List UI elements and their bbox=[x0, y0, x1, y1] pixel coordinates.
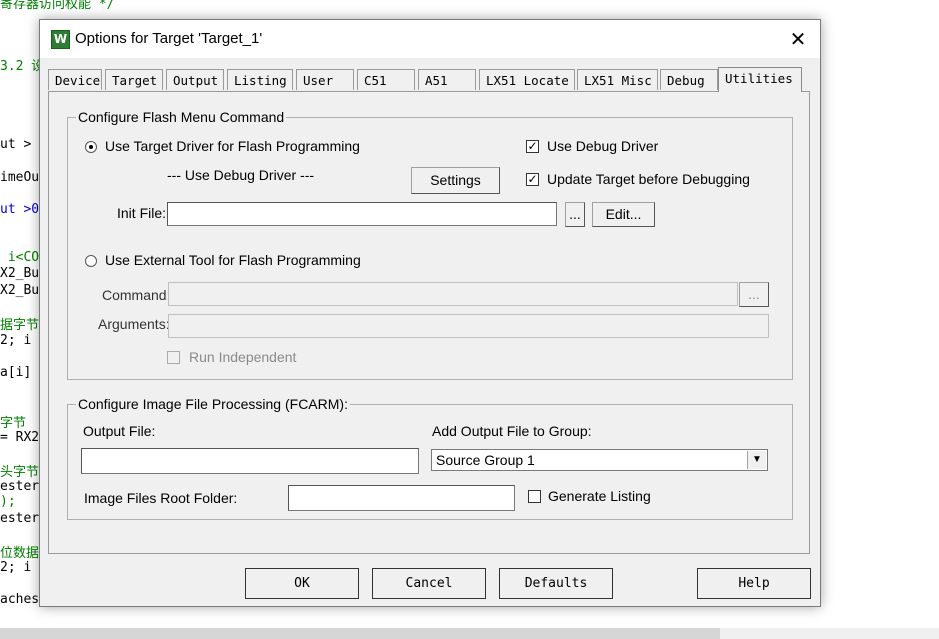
help-button[interactable]: Help bbox=[697, 568, 811, 599]
add-output-label: Add Output File to Group: bbox=[432, 423, 592, 439]
init-file-input[interactable] bbox=[167, 202, 557, 226]
edit-button[interactable]: Edit... bbox=[592, 202, 655, 227]
options-dialog: W Options for Target 'Target_1' ✕ Device… bbox=[39, 19, 821, 607]
command-input[interactable] bbox=[168, 282, 738, 306]
use-debug-driver-checkbox[interactable]: ✓ bbox=[526, 140, 539, 153]
code-line: imeOu bbox=[0, 170, 40, 185]
defaults-button[interactable]: Defaults bbox=[499, 568, 613, 599]
ok-button[interactable]: OK bbox=[245, 568, 359, 599]
code-line: 头字节 bbox=[0, 465, 40, 480]
root-folder-input[interactable] bbox=[288, 485, 515, 511]
update-target-label: Update Target before Debugging bbox=[547, 171, 750, 187]
code-line: 字节 bbox=[0, 416, 27, 431]
keil-app-icon: W bbox=[51, 30, 70, 49]
run-independent-checkbox[interactable] bbox=[167, 351, 180, 364]
code-line: i<CO bbox=[0, 250, 40, 265]
tab-device[interactable]: Device bbox=[48, 69, 102, 90]
output-file-input[interactable] bbox=[81, 448, 419, 474]
tab-debug[interactable]: Debug bbox=[660, 69, 718, 90]
use-debug-driver-label: Use Debug Driver bbox=[547, 138, 659, 154]
dialog-title: Options for Target 'Target_1' bbox=[75, 30, 263, 47]
use-target-driver-label: Use Target Driver for Flash Programming bbox=[105, 138, 360, 154]
code-line: ut > bbox=[0, 137, 32, 152]
tab-c51[interactable]: C51 bbox=[357, 69, 415, 90]
cancel-button[interactable]: Cancel bbox=[372, 568, 486, 599]
tab-lx51-misc[interactable]: LX51 Misc bbox=[577, 69, 658, 90]
root-folder-label: Image Files Root Folder: bbox=[84, 490, 238, 506]
tab-a51[interactable]: A51 bbox=[418, 69, 476, 90]
run-independent-label: Run Independent bbox=[189, 349, 297, 365]
image-file-group: Configure Image File Processing (FCARM):… bbox=[67, 396, 793, 520]
code-line: 2; i bbox=[0, 560, 32, 575]
utilities-panel: Configure Flash Menu Command Use Target … bbox=[48, 91, 810, 554]
code-line: a[i] bbox=[0, 365, 40, 380]
flash-group-label: Configure Flash Menu Command bbox=[76, 109, 287, 125]
command-label: Command: bbox=[102, 287, 171, 303]
scrollbar-track bbox=[720, 628, 939, 639]
code-line: X2_Bu bbox=[0, 283, 40, 298]
code-line: ester bbox=[0, 511, 40, 526]
generate-listing-checkbox[interactable] bbox=[528, 490, 541, 503]
code-line: ); bbox=[0, 494, 16, 509]
settings-button[interactable]: Settings bbox=[411, 167, 500, 194]
code-line: ut >0 bbox=[0, 202, 40, 217]
code-line: 2; i bbox=[0, 333, 32, 348]
code-line: 3.2 设 bbox=[0, 59, 45, 74]
horizontal-scrollbar[interactable] bbox=[0, 628, 720, 639]
use-target-driver-radio[interactable] bbox=[85, 141, 97, 153]
code-line: 据字节 bbox=[0, 318, 40, 333]
output-file-label: Output File: bbox=[83, 423, 156, 439]
generate-listing-label: Generate Listing bbox=[548, 488, 651, 504]
tab-utilities[interactable]: Utilities bbox=[718, 67, 802, 92]
code-line: X2_Bu bbox=[0, 266, 40, 281]
tab-user[interactable]: User bbox=[296, 69, 354, 90]
init-file-browse-button[interactable]: ... bbox=[565, 202, 585, 227]
command-browse-button[interactable]: ... bbox=[739, 282, 769, 307]
code-line: ester bbox=[0, 479, 40, 494]
init-file-label: Init File: bbox=[117, 205, 167, 221]
flash-menu-group: Configure Flash Menu Command Use Target … bbox=[67, 109, 793, 380]
dialog-titlebar[interactable]: W Options for Target 'Target_1' ✕ bbox=[40, 20, 820, 58]
tab-listing[interactable]: Listing bbox=[227, 69, 293, 90]
use-external-tool-radio[interactable] bbox=[85, 255, 97, 267]
use-external-tool-label: Use External Tool for Flash Programming bbox=[105, 252, 361, 268]
group-select[interactable]: Source Group 1 ▼ bbox=[431, 449, 768, 471]
chevron-down-icon[interactable]: ▼ bbox=[747, 451, 766, 469]
close-button[interactable]: ✕ bbox=[776, 20, 820, 58]
tab-output[interactable]: Output bbox=[166, 69, 224, 90]
tab-target[interactable]: Target bbox=[105, 69, 163, 90]
tab-lx51-locate[interactable]: LX51 Locate bbox=[479, 69, 575, 90]
group-select-value: Source Group 1 bbox=[436, 452, 535, 468]
debug-driver-dropdown-text[interactable]: --- Use Debug Driver --- bbox=[167, 167, 314, 183]
image-group-label: Configure Image File Processing (FCARM): bbox=[76, 396, 350, 412]
tab-strip: Device Target Output Listing User C51 A5… bbox=[48, 67, 810, 92]
code-line: = RX2 bbox=[0, 430, 40, 445]
arguments-input[interactable] bbox=[168, 314, 769, 338]
arguments-label: Arguments: bbox=[98, 316, 170, 332]
update-target-checkbox[interactable]: ✓ bbox=[526, 173, 539, 186]
code-line: 寄存器访问权能 */ bbox=[0, 0, 115, 12]
code-line: 位数据 bbox=[0, 546, 40, 561]
code-line: aches bbox=[0, 592, 40, 607]
